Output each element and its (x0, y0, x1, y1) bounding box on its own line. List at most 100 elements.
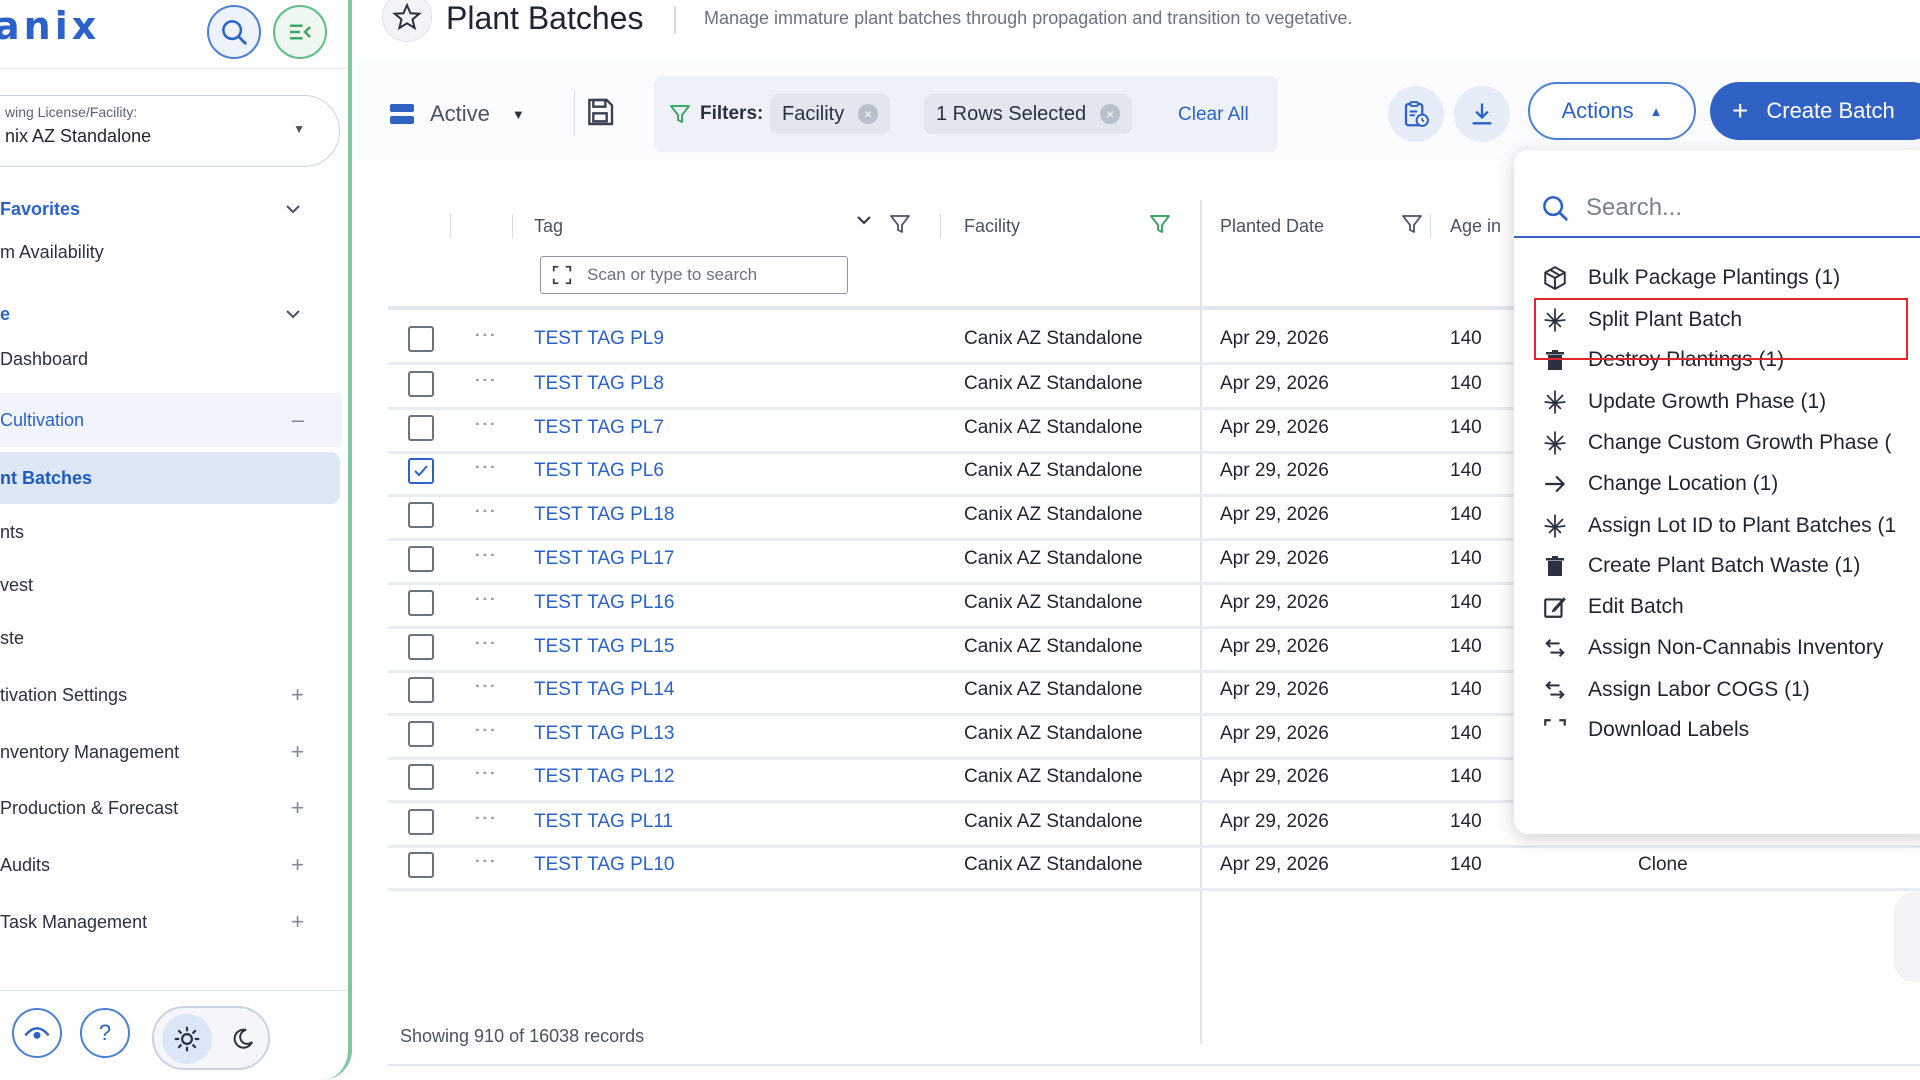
row-tag-link[interactable]: TEST TAG PL11 (534, 811, 673, 833)
row-checkbox[interactable] (408, 415, 434, 441)
row-checkbox[interactable] (408, 458, 434, 484)
column-filter-icon[interactable] (888, 212, 912, 236)
sidebar-group-inventory-management[interactable]: nventory Management + (0, 727, 342, 777)
row-tag-link[interactable]: TEST TAG PL16 (534, 592, 674, 614)
collapse-sidebar-button[interactable] (273, 5, 327, 59)
row-checkbox[interactable] (408, 634, 434, 660)
sidebar-item-plants[interactable]: nts (0, 507, 342, 557)
sort-chevron-icon[interactable] (856, 214, 872, 228)
sidebar-item-dashboard[interactable]: Dashboard (0, 334, 342, 384)
sidebar-group-cultivation-settings[interactable]: tivation Settings + (0, 670, 342, 720)
row-menu-kebab-icon[interactable]: ⋮ (473, 324, 498, 346)
row-menu-kebab-icon[interactable]: ⋮ (473, 544, 498, 566)
row-checkbox[interactable] (408, 371, 434, 397)
cannabis-leaf-icon (1540, 511, 1570, 541)
row-menu-kebab-icon[interactable]: ⋮ (473, 369, 498, 391)
column-header-age[interactable]: Age in (1450, 216, 1501, 237)
help-button[interactable]: ? (80, 1008, 130, 1058)
actions-menu-item[interactable]: Bulk Package Plantings (1) (1514, 254, 1920, 302)
actions-menu-button[interactable]: Actions ▲ (1528, 82, 1696, 140)
row-tag-link[interactable]: TEST TAG PL13 (534, 723, 674, 745)
actions-menu-item[interactable]: Assign Non-Cannabis Inventory (1514, 624, 1920, 672)
column-header-tag[interactable]: Tag (534, 216, 563, 237)
save-view-button[interactable] (584, 96, 616, 128)
row-tag-link[interactable]: TEST TAG PL10 (534, 854, 674, 876)
filter-chip-facility[interactable]: Facility × (770, 94, 891, 134)
visibility-button[interactable] (12, 1008, 62, 1058)
row-checkbox[interactable] (408, 809, 434, 835)
view-select[interactable]: Active ▼ (390, 90, 550, 138)
row-menu-kebab-icon[interactable]: ⋮ (473, 588, 498, 610)
trash-icon (1540, 345, 1570, 375)
dark-mode-button[interactable] (220, 1014, 266, 1064)
row-menu-kebab-icon[interactable]: ⋮ (473, 675, 498, 697)
actions-menu-item[interactable]: Destroy Plantings (1) (1514, 336, 1920, 384)
row-menu-kebab-icon[interactable]: ⋮ (473, 807, 498, 829)
row-facility: Canix AZ Standalone (964, 766, 1143, 787)
row-age: 140 (1450, 417, 1482, 438)
sidebar-item-label: Task Management (0, 911, 148, 932)
row-menu-kebab-icon[interactable]: ⋮ (473, 762, 498, 784)
row-tag-link[interactable]: TEST TAG PL14 (534, 679, 674, 701)
page-header: Plant Batches Manage immature plant batc… (356, 0, 1920, 42)
remove-chip-icon[interactable]: × (1100, 104, 1121, 124)
column-header-planted-date[interactable]: Planted Date (1220, 216, 1324, 237)
sidebar-section-home[interactable]: e (0, 289, 342, 339)
sun-icon (174, 1026, 200, 1052)
actions-menu-item[interactable]: Download Labels (1514, 706, 1920, 754)
column-filter-icon[interactable] (1400, 212, 1424, 236)
row-tag-link[interactable]: TEST TAG PL6 (534, 460, 664, 482)
theme-toggle[interactable] (152, 1006, 270, 1070)
row-tag-link[interactable]: TEST TAG PL7 (534, 417, 664, 439)
sidebar-item-waste[interactable]: ste (0, 613, 342, 663)
tag-search-input[interactable]: Scan or type to search (540, 256, 848, 294)
column-filter-active-icon[interactable] (1148, 212, 1172, 236)
row-tag-link[interactable]: TEST TAG PL9 (534, 328, 664, 350)
row-checkbox[interactable] (408, 764, 434, 790)
row-tag-link[interactable]: TEST TAG PL17 (534, 548, 674, 570)
sidebar-group-cultivation[interactable]: Cultivation – (0, 393, 342, 447)
row-tag-link[interactable]: TEST TAG PL18 (534, 504, 674, 526)
sidebar-group-production-forecast[interactable]: Production & Forecast + (0, 783, 342, 833)
sidebar-item-harvest[interactable]: vest (0, 560, 342, 610)
row-menu-kebab-icon[interactable]: ⋮ (473, 850, 498, 872)
row-menu-kebab-icon[interactable]: ⋮ (473, 500, 498, 522)
row-checkbox[interactable] (408, 852, 434, 878)
license-facility-select[interactable]: wing License/Facility: nix AZ Standalone… (0, 95, 340, 167)
row-menu-kebab-icon[interactable]: ⋮ (473, 413, 498, 435)
export-download-button[interactable] (1454, 86, 1510, 142)
sidebar-item-availability[interactable]: m Availability (0, 227, 342, 277)
table-row[interactable]: ⋮ TEST TAG PL10 Canix AZ Standalone Apr 29,… (388, 838, 1920, 891)
clear-all-filters-link[interactable]: Clear All (1178, 104, 1249, 126)
remove-chip-icon[interactable]: × (858, 104, 879, 124)
sidebar-group-audits[interactable]: Audits + (0, 840, 342, 890)
row-tag-link[interactable]: TEST TAG PL12 (534, 766, 674, 788)
row-checkbox[interactable] (408, 502, 434, 528)
row-checkbox[interactable] (408, 590, 434, 616)
column-header-facility[interactable]: Facility (964, 216, 1020, 237)
sidebar-group-task-management[interactable]: Task Management + (0, 897, 342, 947)
row-tag-link[interactable]: TEST TAG PL8 (534, 373, 664, 395)
row-planted-date: Apr 29, 2026 (1220, 328, 1329, 349)
row-checkbox[interactable] (408, 326, 434, 352)
light-mode-button[interactable] (162, 1014, 212, 1064)
sidebar-item-plant-batches[interactable]: nt Batches (0, 452, 340, 504)
row-checkbox[interactable] (408, 721, 434, 747)
actions-search-input[interactable]: Search... (1514, 180, 1920, 238)
row-menu-kebab-icon[interactable]: ⋮ (473, 719, 498, 741)
row-checkbox[interactable] (408, 677, 434, 703)
row-age: 140 (1450, 811, 1482, 832)
scheduled-report-button[interactable] (1388, 86, 1444, 142)
row-checkbox[interactable] (408, 546, 434, 572)
create-batch-button[interactable]: + Create Batch (1710, 82, 1920, 140)
row-menu-kebab-icon[interactable]: ⋮ (473, 456, 498, 478)
row-tag-link[interactable]: TEST TAG PL15 (534, 636, 674, 658)
global-search-button[interactable] (207, 5, 261, 59)
row-planted-date: Apr 29, 2026 (1220, 766, 1329, 787)
filter-chip-rows-selected[interactable]: 1 Rows Selected × (924, 94, 1133, 134)
sidebar-item-label: Dashboard (0, 348, 89, 369)
side-panel-toggle[interactable] (1894, 892, 1920, 982)
row-menu-kebab-icon[interactable]: ⋮ (473, 632, 498, 654)
actions-menu-item[interactable]: Change Location (1) (1514, 460, 1920, 508)
favorite-button[interactable] (382, 0, 432, 42)
